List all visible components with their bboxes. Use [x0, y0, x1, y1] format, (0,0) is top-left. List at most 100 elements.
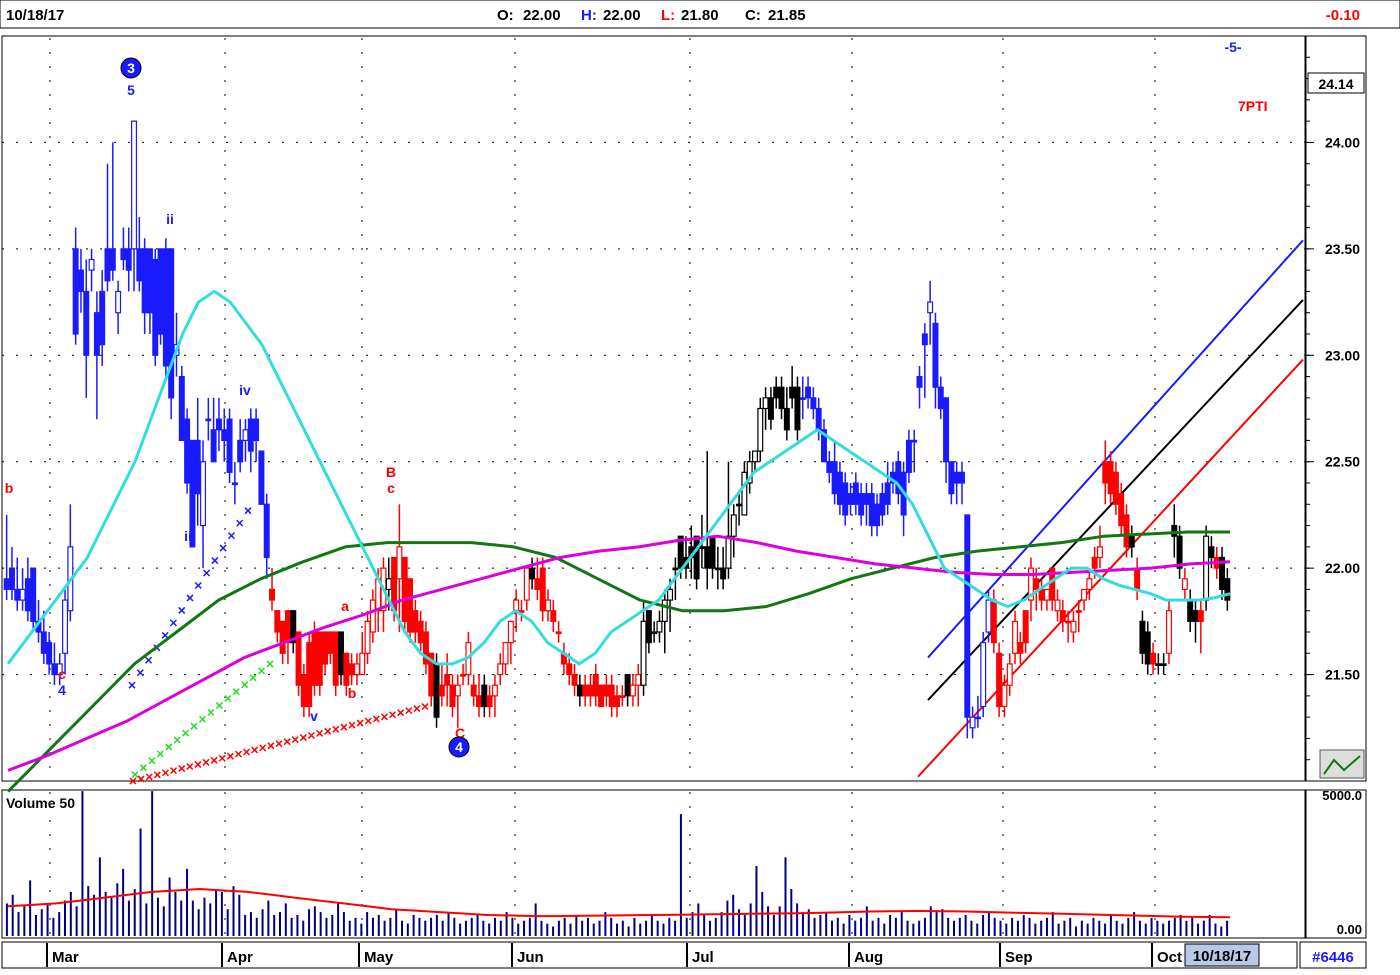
candle-body	[842, 482, 849, 516]
candle-body	[401, 556, 408, 622]
month-label: Aug	[854, 949, 883, 966]
candle-body	[481, 684, 488, 708]
candle-body	[306, 642, 313, 708]
candle-body	[141, 248, 148, 314]
candle-body	[247, 418, 254, 452]
candle-body	[274, 610, 281, 633]
candle-body	[258, 450, 265, 505]
candle-body	[651, 631, 658, 635]
wave-label: 4	[58, 682, 66, 698]
candle-body	[131, 120, 138, 250]
candle-body	[1091, 556, 1098, 569]
candle-body	[210, 429, 217, 463]
candle-body	[507, 620, 514, 644]
candle-body	[964, 514, 971, 718]
header-high-label: H:	[581, 7, 597, 24]
month-label: Jun	[517, 949, 544, 966]
candle-body	[502, 642, 509, 665]
price-tick-label: 22.00	[1325, 560, 1360, 576]
candle-body	[284, 610, 291, 644]
candle-body	[1181, 578, 1188, 591]
candle-body	[916, 375, 923, 388]
candle-body	[974, 716, 981, 720]
wave-label: b	[348, 685, 357, 701]
candle-body	[99, 290, 106, 346]
candle-body	[205, 418, 212, 422]
stock-chart-window: 10/18/17 O: 22.00 H: 22.00 L: 21.80 C: 2…	[0, 0, 1400, 970]
candle-body	[152, 258, 159, 356]
volume-axis	[1305, 789, 1367, 939]
wave-label: b	[5, 480, 14, 496]
candle-body	[826, 461, 833, 473]
candle-body	[990, 599, 997, 644]
candle-body	[1123, 514, 1130, 548]
candle-body	[279, 620, 286, 654]
candle-body	[194, 439, 201, 495]
toolbar-icon[interactable]	[1319, 749, 1365, 779]
wave-label: a	[341, 598, 349, 614]
date-axis	[1, 941, 1298, 969]
candle-body	[396, 546, 403, 580]
candle-body	[736, 503, 743, 507]
candle-body	[1197, 610, 1204, 622]
header-close-label: C:	[745, 7, 761, 24]
candle-body	[1165, 610, 1172, 654]
candle-body	[8, 567, 15, 591]
candle-body	[476, 695, 482, 708]
wave-label: 5	[127, 82, 135, 98]
wave-badge-label: 3	[127, 60, 135, 76]
candle-body	[497, 663, 504, 676]
candle-body	[879, 493, 886, 516]
candle-body	[215, 418, 222, 431]
candle-body	[407, 578, 414, 633]
candle-body	[104, 248, 111, 282]
candle-body	[704, 546, 711, 569]
candle-body	[566, 663, 573, 676]
candle-body	[815, 407, 822, 431]
candle-body	[438, 684, 445, 697]
candle-body	[789, 386, 796, 399]
candle-body	[353, 663, 360, 676]
month-label: Sep	[1005, 949, 1033, 966]
date-tag: 10/18/17	[1193, 948, 1251, 965]
candle-body	[120, 248, 127, 261]
candle-body	[714, 567, 721, 571]
candle-body	[698, 546, 705, 549]
header-low-value: 21.80	[681, 7, 719, 24]
candle-body	[608, 684, 615, 708]
candle-body	[1224, 578, 1231, 601]
candle-body	[953, 471, 960, 484]
candle-body	[454, 684, 461, 697]
candle-body	[534, 578, 541, 591]
header-open-label: O:	[497, 7, 514, 24]
candle-body	[433, 663, 440, 718]
wave-badge-label: 4	[455, 739, 463, 755]
month-label: Apr	[227, 949, 253, 966]
candle-body	[46, 642, 53, 665]
chart-canvas: 10/18/17 O: 22.00 H: 22.00 L: 21.80 C: 2…	[0, 0, 1400, 969]
candle-body	[513, 599, 520, 612]
candle-body	[237, 439, 244, 463]
candle-body	[1150, 652, 1157, 665]
candle-body	[1006, 663, 1013, 686]
candle-body	[757, 407, 764, 452]
volume-tick-label: 5000.0	[1322, 788, 1362, 803]
candle-body	[136, 248, 143, 282]
candle-body	[412, 610, 419, 633]
candle-body	[51, 663, 58, 676]
candle-body	[1017, 642, 1024, 654]
candle-body	[619, 695, 626, 698]
candle-body	[184, 418, 191, 484]
candle-body	[969, 716, 976, 729]
candle-body	[1102, 461, 1109, 484]
candle-body	[1054, 599, 1061, 612]
header-close-value: 21.85	[768, 7, 806, 24]
candle-body	[40, 631, 47, 654]
candle-body	[645, 610, 652, 644]
candle-body	[295, 631, 302, 686]
candle-body	[932, 322, 939, 388]
candle-body	[523, 567, 530, 601]
candle-body	[730, 514, 737, 537]
candle-body	[168, 248, 175, 399]
candle-body	[449, 684, 456, 708]
